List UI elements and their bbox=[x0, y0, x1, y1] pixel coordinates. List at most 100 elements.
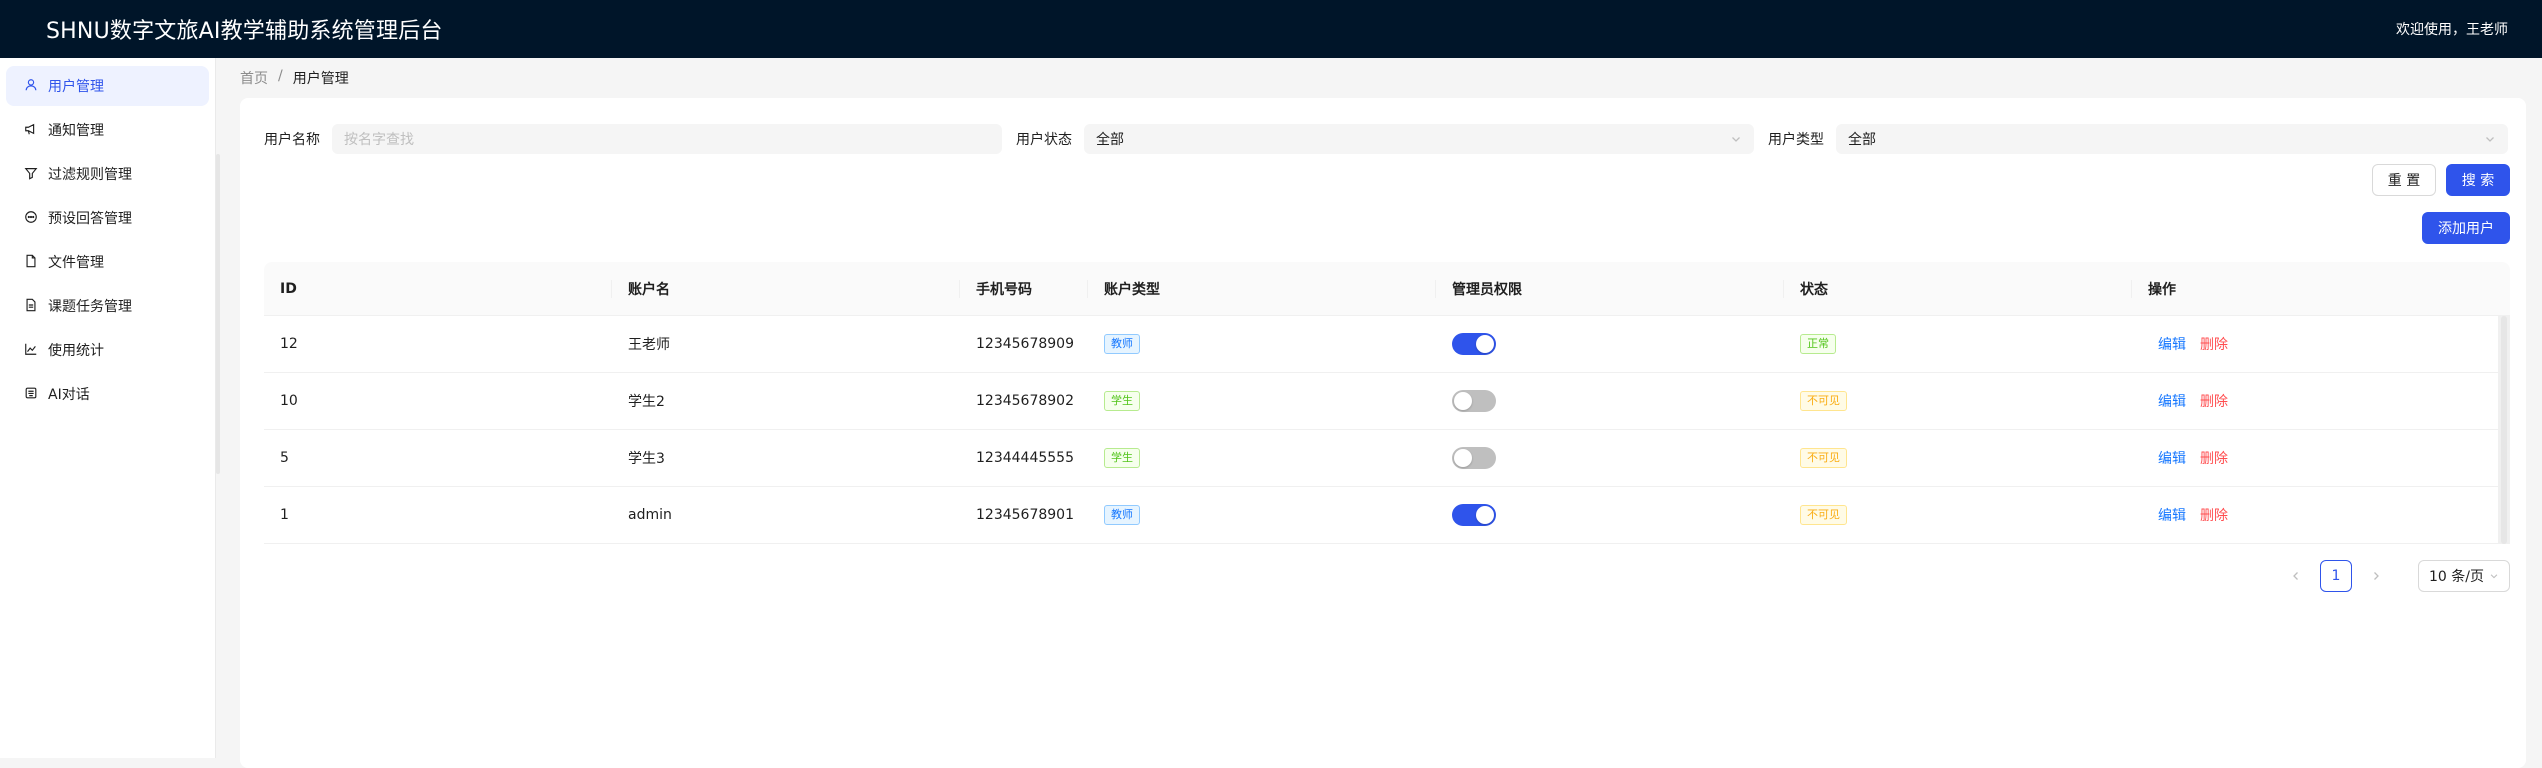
delete-link[interactable]: 删除 bbox=[2200, 391, 2228, 411]
user-status-select[interactable]: 全部 bbox=[1084, 124, 1754, 154]
chevron-down-icon bbox=[1732, 137, 1740, 142]
welcome-text: 欢迎使用，王老师 bbox=[2396, 22, 2508, 38]
cell-type: 教师 bbox=[1088, 316, 1436, 372]
cell-admin bbox=[1436, 373, 1784, 429]
user-icon bbox=[24, 78, 40, 94]
breadcrumb-home[interactable]: 首页 bbox=[240, 68, 268, 88]
user-type-value: 全部 bbox=[1848, 132, 1876, 148]
sidebar-item-label: AI对话 bbox=[48, 387, 90, 403]
sidebar-item-files[interactable]: 文件管理 bbox=[6, 242, 209, 282]
scrollbar-thumb[interactable] bbox=[2501, 316, 2507, 544]
edit-link[interactable]: 编辑 bbox=[2158, 505, 2186, 525]
users-table: ID 账户名 手机号码 账户类型 管理员权限 状态 操作 12 王老师 1234… bbox=[264, 262, 2510, 544]
breadcrumb-current: 用户管理 bbox=[292, 71, 349, 87]
line-chart-icon bbox=[24, 342, 40, 358]
message-icon bbox=[24, 210, 40, 226]
breadcrumb: 首页 / 用户管理 bbox=[240, 68, 349, 88]
sidebar-item-label: 过滤规则管理 bbox=[48, 167, 132, 183]
cell-actions: 编辑 删除 bbox=[2132, 430, 2510, 486]
username-input[interactable]: 按名字查找 bbox=[332, 124, 1002, 154]
next-page-icon[interactable] bbox=[2366, 566, 2386, 586]
cell-admin bbox=[1436, 487, 1784, 543]
delete-link[interactable]: 删除 bbox=[2200, 505, 2228, 525]
cell-actions: 编辑 删除 bbox=[2132, 487, 2510, 543]
page-number-current[interactable]: 1 bbox=[2320, 560, 2352, 592]
admin-toggle[interactable] bbox=[1452, 333, 1496, 355]
cell-type: 学生 bbox=[1088, 373, 1436, 429]
admin-toggle[interactable] bbox=[1452, 504, 1496, 526]
sidebar-item-notifications[interactable]: 通知管理 bbox=[6, 110, 209, 150]
chevron-down-icon bbox=[2486, 137, 2494, 142]
filter-bar: 用户名称 按名字查找 用户状态 全部 用户类型 全部 bbox=[264, 122, 2510, 156]
cell-type: 学生 bbox=[1088, 430, 1436, 486]
admin-toggle[interactable] bbox=[1452, 390, 1496, 412]
sidebar: 用户管理 通知管理 过滤规则管理 预设回答管理 文件管理 课题任务管理 使用统计… bbox=[0, 58, 220, 758]
sidebar-item-users[interactable]: 用户管理 bbox=[6, 66, 209, 106]
cell-admin bbox=[1436, 316, 1784, 372]
toggle-knob bbox=[1454, 392, 1472, 410]
table-row: 10 学生2 12345678902 学生 不可见 编辑 删除 bbox=[264, 373, 2510, 430]
cell-id: 12 bbox=[280, 336, 298, 352]
column-header-status: 状态 bbox=[1784, 262, 2132, 315]
cell-account: 王老师 bbox=[628, 337, 670, 353]
sidebar-item-tasks[interactable]: 课题任务管理 bbox=[6, 286, 209, 326]
cell-actions: 编辑 删除 bbox=[2132, 373, 2510, 429]
cell-account: admin bbox=[628, 507, 672, 523]
megaphone-icon bbox=[24, 122, 40, 138]
search-button[interactable]: 搜 索 bbox=[2446, 164, 2510, 196]
toggle-knob bbox=[1476, 335, 1494, 353]
add-user-button[interactable]: 添加用户 bbox=[2422, 212, 2510, 244]
status-badge: 不可见 bbox=[1800, 391, 1847, 411]
account-type-tag: 教师 bbox=[1104, 334, 1140, 354]
sidebar-item-label: 文件管理 bbox=[48, 255, 104, 271]
delete-link[interactable]: 删除 bbox=[2200, 334, 2228, 354]
delete-link[interactable]: 删除 bbox=[2200, 448, 2228, 468]
cell-admin bbox=[1436, 430, 1784, 486]
sidebar-item-preset-answers[interactable]: 预设回答管理 bbox=[6, 198, 209, 238]
table-row: 1 admin 12345678901 教师 不可见 编辑 删除 bbox=[264, 487, 2510, 544]
cell-id: 1 bbox=[280, 507, 289, 523]
edit-link[interactable]: 编辑 bbox=[2158, 334, 2186, 354]
chevron-down-icon bbox=[2490, 574, 2498, 579]
user-type-select[interactable]: 全部 bbox=[1836, 124, 2508, 154]
sidebar-item-label: 课题任务管理 bbox=[48, 299, 132, 315]
file-icon bbox=[24, 254, 40, 270]
status-badge: 正常 bbox=[1800, 334, 1836, 354]
table-scrollbar[interactable] bbox=[2498, 316, 2510, 544]
user-status-value: 全部 bbox=[1096, 132, 1124, 148]
toggle-knob bbox=[1454, 449, 1472, 467]
cell-phone: 12344445555 bbox=[976, 450, 1074, 466]
sidebar-item-filter-rules[interactable]: 过滤规则管理 bbox=[6, 154, 209, 194]
page-size-select[interactable]: 10 条/页 bbox=[2418, 560, 2510, 592]
cell-account: 学生3 bbox=[628, 451, 665, 467]
table-header: ID 账户名 手机号码 账户类型 管理员权限 状态 操作 bbox=[264, 262, 2510, 316]
sidebar-item-label: 通知管理 bbox=[48, 123, 104, 139]
sidebar-scrollbar[interactable] bbox=[216, 154, 220, 474]
edit-link[interactable]: 编辑 bbox=[2158, 391, 2186, 411]
filter-icon bbox=[24, 166, 40, 182]
column-header-admin: 管理员权限 bbox=[1436, 262, 1784, 315]
column-header-phone: 手机号码 bbox=[960, 262, 1088, 315]
reset-button[interactable]: 重 置 bbox=[2372, 164, 2436, 196]
account-type-tag: 学生 bbox=[1104, 448, 1140, 468]
admin-toggle[interactable] bbox=[1452, 447, 1496, 469]
sidebar-item-label: 预设回答管理 bbox=[48, 211, 132, 227]
column-header-actions: 操作 bbox=[2148, 281, 2176, 298]
prev-page-icon[interactable] bbox=[2286, 566, 2306, 586]
user-type-label: 用户类型 bbox=[1768, 132, 1824, 148]
sidebar-item-ai-chat[interactable]: AI对话 bbox=[6, 374, 209, 414]
content-card: 用户名称 按名字查找 用户状态 全部 用户类型 全部 重 置 搜 索 添加用户 … bbox=[240, 98, 2526, 768]
sidebar-item-statistics[interactable]: 使用统计 bbox=[6, 330, 209, 370]
sidebar-item-label: 用户管理 bbox=[48, 79, 104, 95]
sidebar-item-label: 使用统计 bbox=[48, 343, 104, 359]
cell-account: 学生2 bbox=[628, 394, 665, 410]
edit-link[interactable]: 编辑 bbox=[2158, 448, 2186, 468]
status-badge: 不可见 bbox=[1800, 448, 1847, 468]
cell-phone: 12345678902 bbox=[976, 393, 1074, 409]
page-size-value: 10 条/页 bbox=[2429, 569, 2484, 585]
cell-status: 不可见 bbox=[1784, 487, 2132, 543]
cell-actions: 编辑 删除 bbox=[2132, 316, 2510, 372]
column-header-id: ID bbox=[264, 262, 612, 315]
breadcrumb-separator: / bbox=[278, 68, 283, 84]
table-row: 12 王老师 12345678909 教师 正常 编辑 删除 bbox=[264, 316, 2510, 373]
